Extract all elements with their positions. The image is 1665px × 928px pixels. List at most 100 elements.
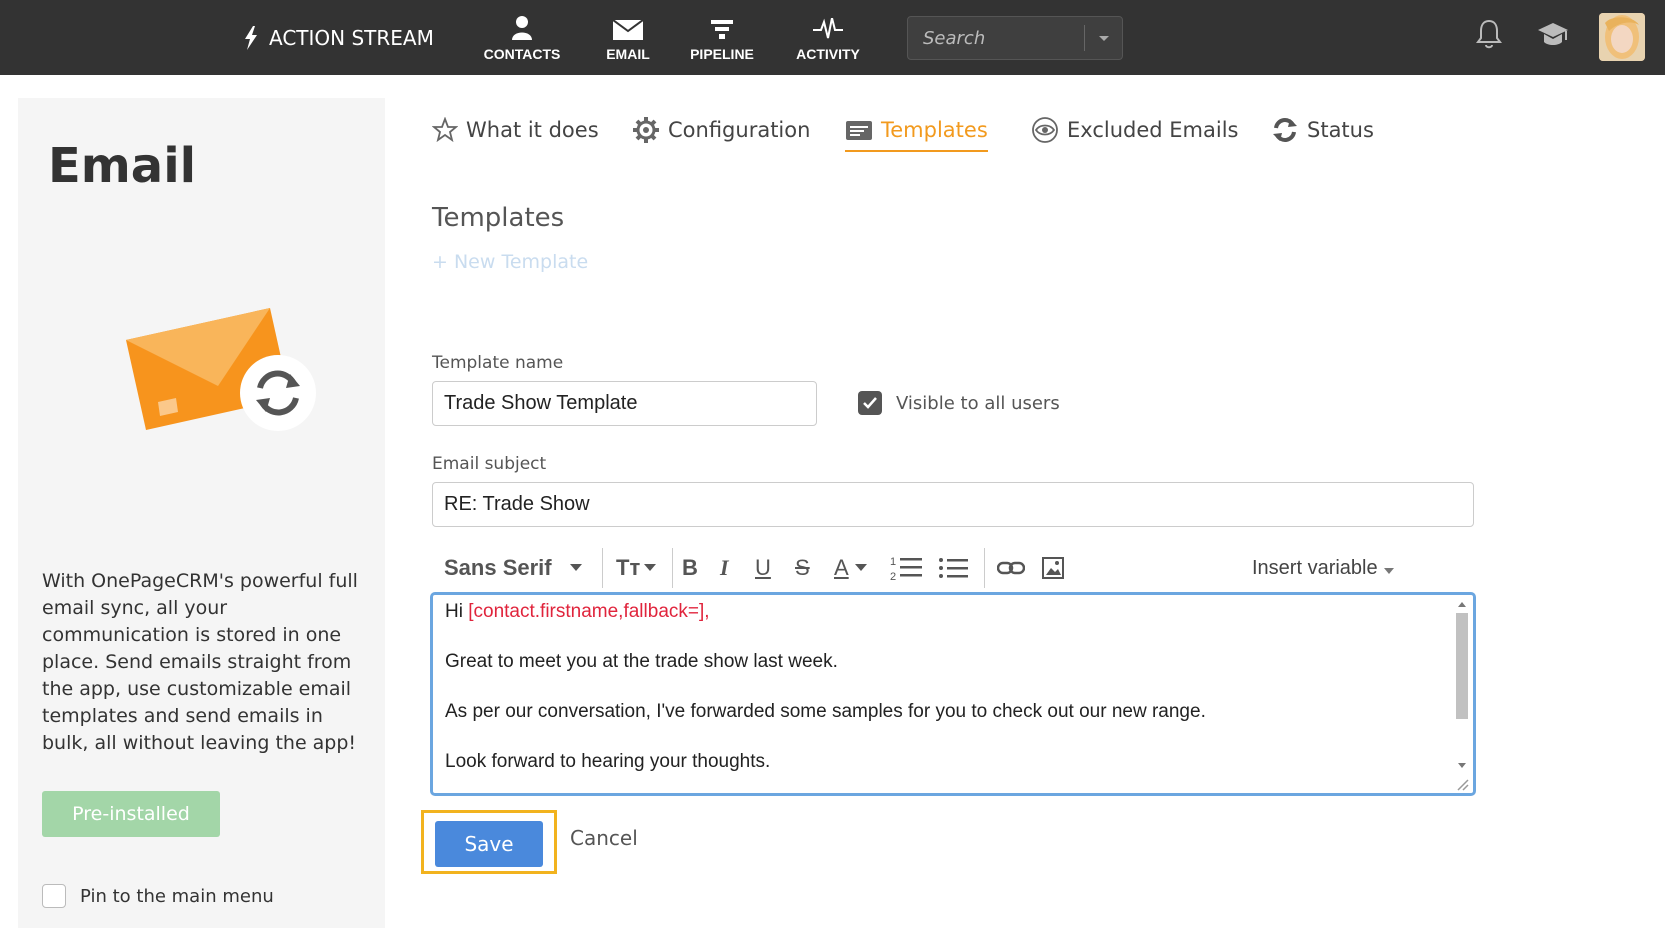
eye-icon <box>1032 117 1058 143</box>
app-title: Email <box>48 138 197 194</box>
pin-label: Pin to the main menu <box>80 885 274 907</box>
lightning-icon <box>245 26 257 50</box>
top-nav-bar: ACTION STREAM CONTACTS EMAIL PIPELINE AC… <box>0 0 1665 75</box>
new-template-link[interactable]: + New Template <box>432 251 588 273</box>
bullet-list-button[interactable] <box>938 548 968 588</box>
template-icon <box>846 121 872 140</box>
template-name-input[interactable]: Trade Show Template <box>432 381 817 426</box>
nav-contacts[interactable]: CONTACTS <box>477 12 567 62</box>
save-button[interactable]: Save <box>435 821 543 867</box>
scrollbar-thumb[interactable] <box>1456 613 1468 719</box>
section-title: Templates <box>432 203 565 233</box>
image-button[interactable] <box>1042 548 1064 588</box>
bold-button[interactable]: B <box>682 548 698 588</box>
scroll-up-icon[interactable] <box>1455 599 1469 611</box>
visible-to-all-option[interactable]: Visible to all users <box>858 391 1060 415</box>
email-subject-label: Email subject <box>432 454 547 474</box>
chevron-down-icon <box>1383 568 1394 574</box>
italic-button[interactable]: I <box>720 548 729 588</box>
tab-label: Configuration <box>668 118 811 142</box>
visible-label: Visible to all users <box>896 392 1060 414</box>
pre-installed-button[interactable]: Pre-installed <box>42 791 220 837</box>
font-size-select[interactable]: Tт <box>616 548 657 588</box>
ordered-list-button[interactable]: 12 <box>890 548 924 588</box>
font-family-value: Sans Serif <box>444 555 552 580</box>
svg-text:1: 1 <box>890 556 896 568</box>
tab-configuration[interactable]: Configuration <box>632 110 810 150</box>
font-size-glyph: Tт <box>616 555 641 580</box>
ordered-list-icon: 12 <box>890 556 922 582</box>
body-line: Look forward to hearing your thoughts. <box>445 751 771 772</box>
template-name-label: Template name <box>432 353 564 373</box>
toolbar-divider <box>602 548 603 588</box>
insert-variable-label: Insert variable <box>1252 556 1378 579</box>
italic-glyph: I <box>720 555 729 580</box>
strikethrough-button[interactable]: S <box>795 548 810 588</box>
search-input[interactable] <box>908 17 1084 59</box>
text-color-button[interactable]: A <box>834 548 867 588</box>
link-button[interactable] <box>997 548 1025 588</box>
pin-checkbox[interactable] <box>42 884 66 908</box>
tab-status[interactable]: Status <box>1271 110 1374 150</box>
tab-label: Status <box>1307 118 1374 142</box>
nav-email[interactable]: EMAIL <box>583 12 673 62</box>
editor-toolbar: Sans Serif Tт B I U S A 12 Insert variab… <box>432 548 1472 588</box>
body-line: As per our conversation, I've forwarded … <box>445 701 1206 722</box>
bold-glyph: B <box>682 555 698 580</box>
resize-handle-icon[interactable] <box>1455 777 1469 791</box>
envelope-icon <box>613 20 643 40</box>
save-button-highlight: Save <box>421 810 557 874</box>
pulse-icon <box>813 18 843 39</box>
body-line: Great to meet you at the trade show last… <box>445 651 838 672</box>
nav-pipeline[interactable]: PIPELINE <box>677 12 767 62</box>
cancel-link[interactable]: Cancel <box>570 826 638 850</box>
email-sync-icon <box>126 308 316 431</box>
avatar[interactable] <box>1599 13 1645 61</box>
underline-button[interactable]: U <box>755 548 771 588</box>
nav-contacts-label: CONTACTS <box>483 46 561 62</box>
search-dropdown-icon[interactable] <box>1096 30 1112 46</box>
scroll-down-icon[interactable] <box>1455 759 1469 771</box>
image-icon <box>1042 557 1064 579</box>
greeting-comma: , <box>704 601 710 622</box>
insert-variable-dropdown[interactable]: Insert variable <box>1252 548 1394 588</box>
user-photo-icon <box>1599 13 1645 61</box>
person-icon <box>512 16 532 40</box>
app-info-panel: Email With OnePageCRM's powerful full em… <box>18 98 385 928</box>
checkmark-icon <box>863 397 877 409</box>
pin-to-menu-option[interactable]: Pin to the main menu <box>42 884 274 908</box>
underline-glyph: U <box>755 555 771 580</box>
email-subject-input[interactable]: RE: Trade Show <box>432 482 1474 527</box>
strike-glyph: S <box>795 555 810 580</box>
email-body-editor[interactable]: Hi [contact.firstname,fallback=], Great … <box>430 592 1476 796</box>
toolbar-divider <box>984 548 985 588</box>
tab-label: What it does <box>466 118 599 142</box>
funnel-icon <box>711 20 733 39</box>
nav-activity[interactable]: ACTIVITY <box>783 12 873 62</box>
bell-icon[interactable] <box>1475 18 1503 50</box>
firstname-variable: [contact.firstname,fallback=] <box>468 601 705 622</box>
editor-scrollbar[interactable] <box>1455 597 1469 793</box>
nav-pipeline-label: PIPELINE <box>690 46 754 62</box>
bullet-list-icon <box>939 558 968 578</box>
graduation-cap-icon[interactable] <box>1536 20 1570 50</box>
greeting-text: Hi <box>445 601 463 622</box>
email-body-content[interactable]: Hi [contact.firstname,fallback=], Great … <box>445 601 1206 801</box>
app-description: With OnePageCRM's powerful full email sy… <box>42 570 358 754</box>
body-line-greeting: Hi [contact.firstname,fallback=], <box>445 601 1206 651</box>
tab-templates[interactable]: Templates <box>845 110 988 152</box>
tab-what-it-does[interactable]: What it does <box>432 110 599 150</box>
visible-checkbox[interactable] <box>858 391 882 415</box>
tab-label: Excluded Emails <box>1067 118 1239 142</box>
refresh-icon <box>1273 118 1297 142</box>
tab-excluded-emails[interactable]: Excluded Emails <box>1031 110 1238 150</box>
nav-email-label: EMAIL <box>606 46 650 62</box>
search-box <box>907 16 1123 60</box>
action-stream-link[interactable]: ACTION STREAM <box>243 26 434 50</box>
nav-activity-label: ACTIVITY <box>796 46 860 62</box>
gear-icon <box>633 117 659 143</box>
chevron-down-icon <box>644 564 657 571</box>
chevron-down-icon <box>569 564 582 571</box>
font-family-select[interactable]: Sans Serif <box>444 548 582 588</box>
tab-label: Templates <box>881 118 988 142</box>
